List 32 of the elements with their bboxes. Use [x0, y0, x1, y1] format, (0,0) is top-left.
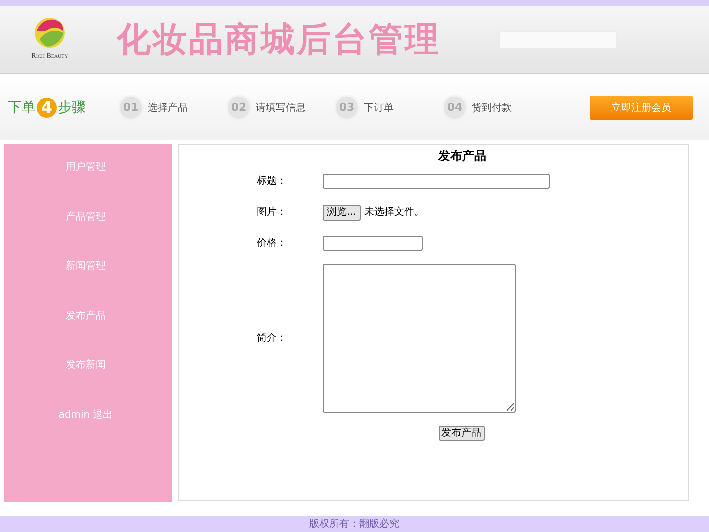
site-title: 化妆品商城后台管理	[117, 22, 441, 56]
step-number: 01	[118, 95, 144, 121]
field-label: 标题：	[257, 174, 288, 188]
register-button[interactable]: 立即注册会员	[590, 96, 693, 120]
field-label: 图片：	[257, 206, 288, 220]
browse-button[interactable]: 浏览...	[323, 204, 361, 220]
step-number: 04	[442, 95, 468, 121]
description-textarea[interactable]	[323, 264, 516, 412]
submit-button[interactable]: 发布产品	[438, 426, 484, 441]
step-number: 02	[226, 95, 252, 121]
sidebar-link[interactable]: 产品管理	[66, 210, 106, 260]
step-label: 货到付款	[472, 102, 512, 116]
price-input[interactable]	[323, 236, 423, 250]
step-label: 下订单	[364, 102, 394, 116]
step-number: 03	[334, 95, 360, 121]
steps-prefix: 下单	[8, 98, 36, 118]
sidebar-link[interactable]: 发布产品	[66, 310, 106, 360]
sidebar-link[interactable]: admin 退出	[58, 408, 114, 459]
file-status: 未选择文件。	[364, 206, 425, 220]
step-label: 选择产品	[148, 102, 188, 116]
steps-suffix: 步骤	[58, 98, 86, 118]
logo-icon	[32, 17, 68, 50]
sidebar-link[interactable]: 新闻管理	[66, 260, 106, 310]
field-label: 简介：	[257, 332, 288, 346]
title-input[interactable]	[323, 174, 550, 188]
sidebar-link[interactable]: 用户管理	[66, 161, 106, 211]
step-label: 请填写信息	[256, 102, 306, 116]
form-title: 发布产品	[438, 148, 486, 165]
copyright-text: 版权所有：翻版必究	[310, 518, 400, 532]
steps-number: 4	[37, 98, 57, 118]
sidebar-link[interactable]: 发布新闻	[66, 359, 106, 409]
field-label: 价格：	[257, 236, 288, 250]
